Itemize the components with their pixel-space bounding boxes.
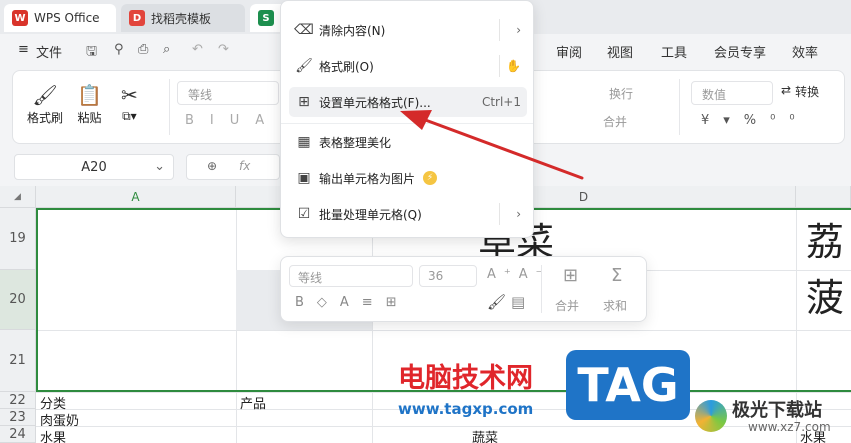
watermark-tag-logo: TAG <box>566 350 690 420</box>
watermark-site-url: www.tagxp.com <box>398 400 534 418</box>
watermark-brand2-url: www.xz7.com <box>748 420 831 434</box>
watermark-brand2: 极光下载站 <box>732 400 822 421</box>
aurora-logo-icon <box>695 400 727 432</box>
watermark-site-name: 电脑技术网 <box>398 363 533 394</box>
